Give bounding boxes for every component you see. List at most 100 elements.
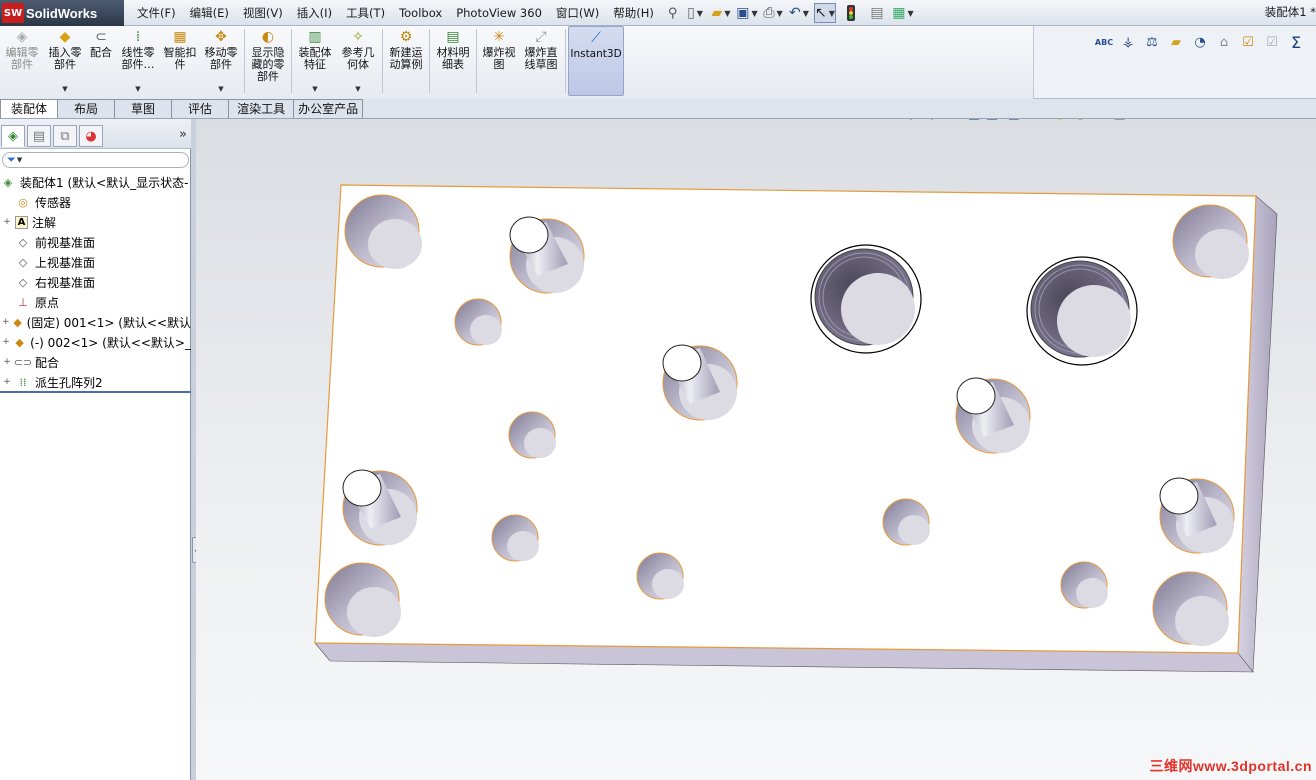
- filter-dropdown-icon[interactable]: ▼: [17, 156, 22, 164]
- tab-assembly[interactable]: 装配体: [0, 99, 59, 119]
- sticky-note-icon[interactable]: ▰: [1166, 32, 1186, 52]
- tree-filter-input[interactable]: ⏷ ▼: [2, 152, 189, 168]
- checkbox-icon[interactable]: ☑: [1238, 32, 1258, 52]
- show-hidden-components-button[interactable]: ◐ 显示隐 藏的零 部件: [247, 26, 289, 96]
- tab-office-products[interactable]: 办公室产品: [294, 99, 364, 119]
- open-folder-icon[interactable]: ▰ ▼: [710, 3, 732, 23]
- menu-edit[interactable]: 编辑(E): [183, 5, 236, 21]
- filter-icon[interactable]: ⏷: [7, 153, 16, 167]
- undo-icon[interactable]: ↶ ▼: [788, 3, 810, 23]
- checkbox-disabled-icon[interactable]: ☑: [1262, 32, 1282, 52]
- reference-geometry-button[interactable]: ✧ 参考几 何体 ▼: [336, 26, 380, 96]
- toolbar-separator: [291, 29, 292, 93]
- spell-check-icon[interactable]: ABC: [1094, 32, 1114, 52]
- menu-file[interactable]: 文件(F): [130, 5, 183, 21]
- explode-line-sketch-button[interactable]: ⤢ 爆炸直 线草图: [519, 26, 563, 96]
- linear-pattern-label: 线性零 部件…: [121, 46, 155, 71]
- tree-item-front-plane[interactable]: ◇ 前视基准面: [0, 232, 191, 252]
- rebuild-traffic-light-icon[interactable]: [840, 3, 862, 23]
- gauge-icon[interactable]: ◔: [1190, 32, 1210, 52]
- tree-item-mates[interactable]: + ⊂⊃ 配合: [0, 352, 191, 372]
- new-motion-study-button[interactable]: ⚙ 新建运 动算例: [385, 26, 427, 96]
- options-icon[interactable]: ▦ ▼: [892, 3, 914, 23]
- tab-evaluate[interactable]: 评估: [172, 99, 230, 119]
- expand-icon[interactable]: +: [2, 317, 10, 327]
- heads-up-view-toolbar: ⚲ ⚲ ⤺ ▥ ◧▼ ◨▼ ⊙▼ ● ◕ ✿▼ ▤▼: [902, 119, 1132, 126]
- chevron-down-icon[interactable]: ▼: [135, 85, 140, 93]
- menu-photoview[interactable]: PhotoView 360: [449, 6, 549, 20]
- property-manager-icon[interactable]: ▤: [27, 125, 51, 147]
- view-orientation-icon[interactable]: ◧▼: [986, 119, 1005, 124]
- move-component-button[interactable]: ✥ 移动零 部件 ▼: [200, 26, 242, 96]
- menu-tools[interactable]: 工具(T): [339, 5, 392, 21]
- tree-item-part-001[interactable]: + ◆ (固定) 001<1> (默认<<默认: [0, 312, 191, 332]
- menu-help[interactable]: 帮助(H): [606, 5, 661, 21]
- menu-insert[interactable]: 插入(I): [290, 5, 339, 21]
- insert-component-icon: ◆: [59, 29, 71, 45]
- exploded-view-button[interactable]: ✳ 爆炸视 图: [479, 26, 519, 96]
- tree-item-annotations[interactable]: + A 注解: [0, 212, 191, 232]
- linear-pattern-button[interactable]: ⁞ 线性零 部件… ▼: [116, 26, 160, 96]
- tree-item-label: (-) 002<1> (默认<<默认>_: [30, 335, 191, 350]
- tab-sketch[interactable]: 草图: [115, 99, 173, 119]
- edit-appearance-icon[interactable]: ●: [1050, 119, 1068, 124]
- tree-item-assembly[interactable]: ◈ 装配体1 (默认<默认_显示状态-: [0, 172, 191, 192]
- expand-icon[interactable]: +: [2, 337, 10, 347]
- expand-panel-icon[interactable]: »: [179, 127, 187, 142]
- configuration-manager-icon[interactable]: ⧉: [53, 125, 77, 147]
- explode-line-sketch-icon: ⤢: [535, 29, 547, 45]
- chevron-down-icon[interactable]: ▼: [218, 85, 223, 93]
- pushpin-icon[interactable]: ⚲: [661, 6, 685, 21]
- expand-icon[interactable]: +: [2, 217, 12, 227]
- apply-scene-icon[interactable]: ◕: [1071, 119, 1089, 124]
- menu-window[interactable]: 窗口(W): [549, 5, 606, 21]
- instant3d-button[interactable]: ⟋ Instant3D: [568, 26, 624, 96]
- zoom-to-area-icon[interactable]: ⚲: [923, 119, 941, 124]
- edit-component-button[interactable]: ◈ 编辑零 部件: [0, 26, 44, 96]
- display-style-icon[interactable]: ◨▼: [1008, 119, 1027, 124]
- chevron-down-icon[interactable]: ▼: [62, 85, 67, 93]
- expand-icon[interactable]: +: [2, 357, 12, 367]
- app-logo[interactable]: SW SolidWorks: [0, 0, 124, 26]
- view-settings-icon[interactable]: ✿▼: [1092, 119, 1110, 124]
- chevron-down-icon[interactable]: ▼: [312, 85, 317, 93]
- feature-tree-icon[interactable]: ◈: [1, 125, 25, 147]
- tab-layout[interactable]: 布局: [58, 99, 116, 119]
- graphics-area[interactable]: ⚲ ⚲ ⤺ ▥ ◧▼ ◨▼ ⊙▼ ● ◕ ✿▼ ▤▼ 三维网www.3dport…: [196, 119, 1316, 780]
- tree-item-derived-pattern[interactable]: + ⁞⁞ 派生孔阵列2: [0, 372, 191, 392]
- tab-render-tools[interactable]: 渲染工具: [229, 99, 295, 119]
- bill-of-materials-button[interactable]: ▤ 材料明 细表: [432, 26, 474, 96]
- move-component-label: 移动零 部件: [204, 46, 238, 71]
- previous-view-icon[interactable]: ⤺: [944, 119, 962, 124]
- tree-item-part-002[interactable]: + ◆ (-) 002<1> (默认<<默认>_: [0, 332, 191, 352]
- chevron-down-icon[interactable]: ▼: [355, 85, 360, 93]
- tree-item-sensors[interactable]: ◎ 传感器: [0, 192, 191, 212]
- save-icon[interactable]: ▣ ▼: [736, 3, 758, 23]
- tree-item-right-plane[interactable]: ◇ 右视基准面: [0, 272, 191, 292]
- tree-item-label: (固定) 001<1> (默认<<默认: [26, 315, 191, 330]
- select-arrow-icon[interactable]: ↖ ▼: [814, 3, 836, 23]
- lock-icon[interactable]: ⌂: [1214, 32, 1234, 52]
- assembly-model[interactable]: [196, 119, 1316, 780]
- edit-component-icon: ◈: [16, 29, 28, 45]
- menu-view[interactable]: 视图(V): [236, 5, 290, 21]
- smart-fasteners-button[interactable]: ▦ 智能扣 件: [160, 26, 200, 96]
- section-view-icon[interactable]: ▥: [965, 119, 983, 124]
- hide-show-items-icon[interactable]: ⊙▼: [1029, 119, 1047, 124]
- menu-toolbox[interactable]: Toolbox: [392, 6, 449, 20]
- tree-item-origin[interactable]: ⊥ 原点: [0, 292, 191, 312]
- display-manager-icon[interactable]: ◕: [79, 125, 103, 147]
- options-dropdown-icon[interactable]: ▤▼: [1113, 119, 1132, 124]
- expand-icon[interactable]: +: [2, 377, 12, 387]
- print-icon[interactable]: ⎙ ▼: [762, 3, 784, 23]
- assembly-features-button[interactable]: ▥ 装配体 特征 ▼: [294, 26, 336, 96]
- sum-icon[interactable]: Σ: [1286, 32, 1306, 52]
- dimension-icon[interactable]: ⚶: [1118, 32, 1138, 52]
- zoom-to-fit-icon[interactable]: ⚲: [902, 119, 920, 124]
- tree-item-top-plane[interactable]: ◇ 上视基准面: [0, 252, 191, 272]
- file-properties-icon[interactable]: ▤: [866, 3, 888, 23]
- mate-button[interactable]: ⊂ 配合: [86, 26, 116, 96]
- balance-icon[interactable]: ⚖: [1142, 32, 1162, 52]
- new-document-icon[interactable]: ▯ ▼: [684, 3, 706, 23]
- insert-component-button[interactable]: ◆ 插入零 部件 ▼: [44, 26, 86, 96]
